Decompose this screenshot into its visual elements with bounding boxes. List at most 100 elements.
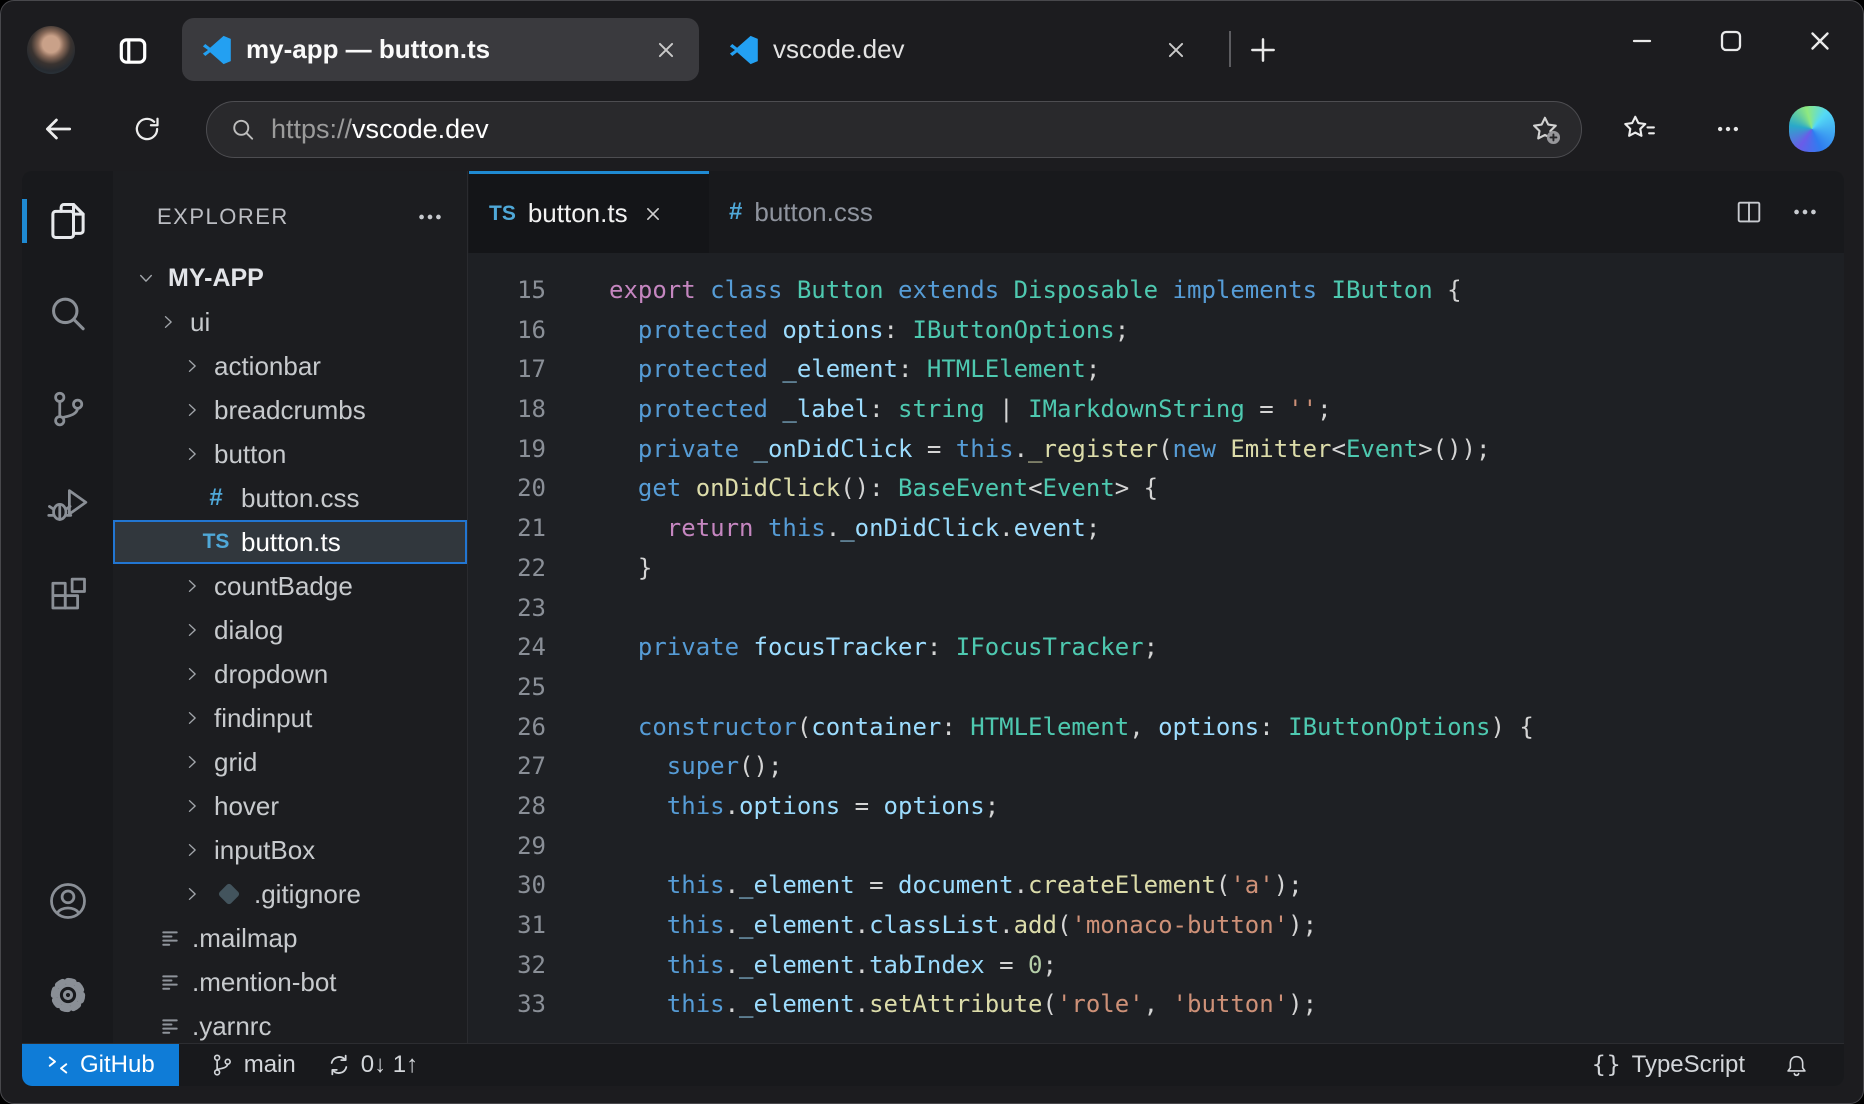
code-token: add xyxy=(1014,911,1057,939)
line-number: 16 xyxy=(468,311,546,351)
tree-item-actionbar[interactable]: actionbar xyxy=(113,344,467,388)
code-token: (): xyxy=(840,474,883,502)
tree-item-findinput[interactable]: findinput xyxy=(113,696,467,740)
code-text: protected options: IButtonOptions; xyxy=(546,311,1129,351)
address-bar[interactable]: https://vscode.dev xyxy=(206,101,1582,158)
tree-item-my-app[interactable]: MY-APP xyxy=(113,256,467,300)
sync-button[interactable]: 0↓ 1↑ xyxy=(326,1051,418,1079)
tree-item-button[interactable]: button xyxy=(113,432,467,476)
editor-tab-button-css[interactable]: # button.css xyxy=(709,171,947,253)
explorer-actions-button[interactable] xyxy=(415,202,445,232)
activity-item-account[interactable] xyxy=(22,854,113,948)
code-token: ( xyxy=(1042,990,1056,1018)
minimize-button[interactable] xyxy=(1614,13,1670,69)
sidebar-header: EXPLORER xyxy=(157,201,445,233)
code-token: _element xyxy=(739,951,855,979)
activity-bar xyxy=(22,171,113,1043)
language-mode-button[interactable]: {} TypeScript xyxy=(1592,1051,1745,1079)
line-number: 27 xyxy=(468,747,546,787)
vertical-tabs-icon xyxy=(116,34,150,68)
chevron-right-icon xyxy=(182,356,202,376)
code-token: Button xyxy=(782,276,883,304)
chevron-right-icon xyxy=(182,400,202,420)
maximize-button[interactable] xyxy=(1703,13,1759,69)
branch-button[interactable]: main xyxy=(209,1051,296,1079)
editor-tab-label: button.ts xyxy=(528,198,628,229)
back-button[interactable] xyxy=(34,105,82,153)
new-tab-button[interactable] xyxy=(1243,30,1283,70)
code-token: . xyxy=(1014,871,1028,899)
code-line-19: 19 private _onDidClick = this._register(… xyxy=(468,430,1844,470)
add-favorite-button[interactable] xyxy=(1529,113,1563,147)
close-window-button[interactable] xyxy=(1792,13,1848,69)
line-number: 19 xyxy=(468,430,546,470)
close-editor-tab-icon[interactable] xyxy=(642,203,664,225)
tree-item-dialog[interactable]: dialog xyxy=(113,608,467,652)
activity-item-settings[interactable] xyxy=(22,948,113,1042)
close-tab-icon[interactable] xyxy=(1163,37,1189,63)
search-icon xyxy=(46,293,90,337)
profile-avatar[interactable] xyxy=(27,26,75,74)
editor-tab-button-ts[interactable]: TS button.ts xyxy=(469,171,709,253)
tree-item-hover[interactable]: hover xyxy=(113,784,467,828)
chevron-right-icon xyxy=(158,312,178,332)
tree-item-mention-bot[interactable]: .mention-bot xyxy=(113,960,467,1004)
close-tab-icon[interactable] xyxy=(653,37,679,63)
editor-more-actions-button[interactable] xyxy=(1790,197,1820,227)
code-token: = xyxy=(912,435,941,463)
line-number: 26 xyxy=(468,708,546,748)
code-token: BaseEvent xyxy=(884,474,1029,502)
tree-item-grid[interactable]: grid xyxy=(113,740,467,784)
copilot-button[interactable] xyxy=(1789,106,1835,152)
code-token: Disposable xyxy=(999,276,1158,304)
code-token: onDidClick xyxy=(681,474,840,502)
activity-item-run-and-debug[interactable] xyxy=(22,456,113,550)
code-token: IButtonOptions xyxy=(898,316,1115,344)
tree-item-label: .mailmap xyxy=(192,923,297,954)
tree-item-button.ts[interactable]: TS button.ts xyxy=(113,520,467,564)
tree-item-yarnrc[interactable]: .yarnrc xyxy=(113,1004,467,1048)
activity-item-explorer[interactable] xyxy=(22,174,113,268)
tree-item-button.css[interactable]: #button.css xyxy=(113,476,467,520)
tree-item-label: button xyxy=(214,439,286,470)
browser-tab-2[interactable]: vscode.dev xyxy=(709,18,1209,81)
code-token: ); xyxy=(1288,990,1317,1018)
remote-indicator-button[interactable]: GitHub xyxy=(22,1044,179,1086)
activity-item-source-control[interactable] xyxy=(22,362,113,456)
code-token: super xyxy=(609,752,739,780)
code-token: options xyxy=(768,316,884,344)
activity-item-extensions[interactable] xyxy=(22,550,113,644)
code-text xyxy=(546,827,609,867)
tree-item-countbadge[interactable]: countBadge xyxy=(113,564,467,608)
tree-item-inputbox[interactable]: inputBox xyxy=(113,828,467,872)
code-token: this xyxy=(941,435,1013,463)
browser-tab-1[interactable]: my-app — button.ts xyxy=(182,18,699,81)
code-token: _label xyxy=(768,395,869,423)
favorites-button[interactable] xyxy=(1615,105,1663,153)
browser-window: my-app — button.ts vscode.dev https://vs… xyxy=(0,0,1864,1104)
git-branch-icon xyxy=(209,1052,235,1078)
ts-file-icon: TS xyxy=(201,530,231,554)
notifications-button[interactable] xyxy=(1783,1052,1810,1079)
code-token: private xyxy=(609,435,739,463)
tree-item-gitignore[interactable]: .gitignore xyxy=(113,872,467,916)
browser-menu-button[interactable] xyxy=(1704,105,1752,153)
code-line-27: 27 super(); xyxy=(468,747,1844,787)
tree-item-dropdown[interactable]: dropdown xyxy=(113,652,467,696)
line-number: 17 xyxy=(468,350,546,390)
activity-item-search[interactable] xyxy=(22,268,113,362)
tree-item-breadcrumbs[interactable]: breadcrumbs xyxy=(113,388,467,432)
tree-item-ui[interactable]: ui xyxy=(113,300,467,344)
code-token: Event xyxy=(1346,435,1418,463)
code-token: setAttribute xyxy=(869,990,1042,1018)
favorites-star-icon xyxy=(1622,112,1656,146)
refresh-button[interactable] xyxy=(123,105,171,153)
tree-item-mailmap[interactable]: .mailmap xyxy=(113,916,467,960)
code-token: IButton xyxy=(1317,276,1433,304)
code-text: private _onDidClick = this._register(new… xyxy=(546,430,1490,470)
code-editor[interactable]: 15export class Button extends Disposable… xyxy=(468,253,1844,1043)
split-editor-button[interactable] xyxy=(1734,197,1764,227)
tab-actions-button[interactable] xyxy=(113,31,153,71)
tree-item-label: button.ts xyxy=(241,527,341,558)
browser-tab-title: my-app — button.ts xyxy=(246,34,490,65)
